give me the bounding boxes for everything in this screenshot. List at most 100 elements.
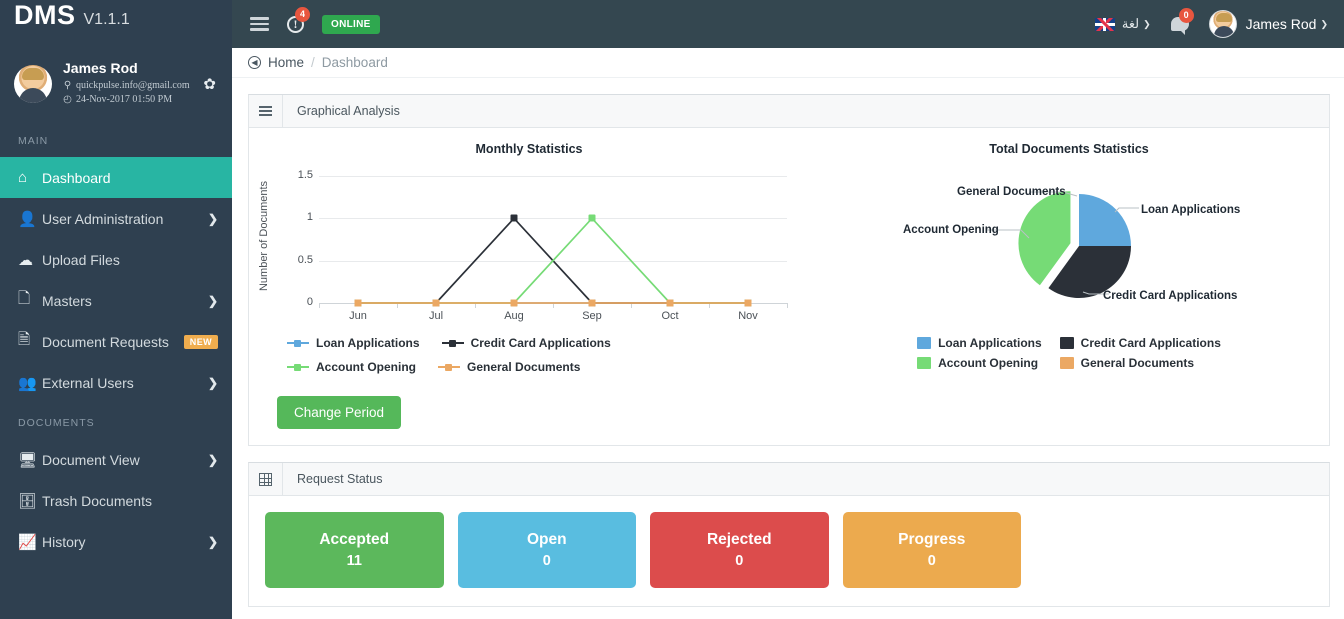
status-card-open[interactable]: Open 0: [457, 512, 636, 588]
sidebar-item-document-view[interactable]: 🖥 Document View ❯: [0, 439, 232, 480]
main-content: ◀ Home / Dashboard Graphical Analysis Mo…: [232, 48, 1344, 619]
profile-name: James Rod: [63, 60, 138, 76]
change-period-button[interactable]: Change Period: [277, 396, 402, 429]
status-cards: Accepted 11 Open 0 Rejected 0 Progress 0: [249, 496, 1329, 606]
line-plot-area: Number of Documents 0 0.5 1 1.5 Jun Jul Aug Sep…: [249, 168, 809, 328]
legend-item[interactable]: Loan Applications: [917, 336, 1042, 350]
sidebar-item-masters[interactable]: 🗋 Masters ❯: [0, 280, 232, 321]
legend-item[interactable]: Credit Card Applications: [441, 336, 611, 350]
breadcrumb-separator: /: [311, 55, 315, 70]
breadcrumb-home[interactable]: Home: [268, 55, 304, 70]
legend-label: Credit Card Applications: [470, 336, 611, 350]
panel-header: Request Status: [249, 463, 1329, 496]
panel-title: Request Status: [297, 472, 383, 486]
total-documents-statistics-chart: Total Documents Statistics General Docum…: [809, 142, 1329, 374]
sidebar-item-dashboard[interactable]: ⌂ Dashboard: [0, 157, 232, 198]
app-version: V1.1.1: [83, 11, 130, 28]
pie-chart-legend: Loan Applications Credit Card Application…: [809, 328, 1329, 370]
avatar: [14, 64, 52, 103]
online-status-badge[interactable]: ONLINE: [322, 14, 380, 34]
data-point: [588, 214, 596, 222]
legend-marker: [917, 357, 932, 369]
breadcrumb: ◀ Home / Dashboard: [232, 48, 1344, 78]
sidebar-nav: MAIN ⌂ Dashboard 👤 User Administration ❯ ☁ Uplo…: [0, 121, 232, 562]
legend-label: Account Opening: [316, 360, 416, 374]
language-label: لغة: [1121, 16, 1140, 31]
sidebar-item-external-users[interactable]: 👥 External Users ❯: [0, 362, 232, 403]
line-chart-legend: Loan Applications Credit Card Application…: [249, 328, 809, 374]
pie-plot-area: General Documents Loan Applications Accoun…: [809, 168, 1329, 328]
user-menu[interactable]: James Rod ❯: [1208, 10, 1328, 38]
export-file-icon: 🗎: [18, 331, 31, 348]
legend-item[interactable]: General Documents: [438, 360, 580, 374]
database-icon: 🗄: [18, 492, 38, 510]
profile-email-row: ⚲ quickpulse.info@gmail.com: [63, 79, 203, 93]
legend-item[interactable]: Account Opening: [917, 356, 1042, 370]
status-card-value: 11: [346, 553, 362, 569]
status-card-accepted[interactable]: Accepted 11: [265, 512, 444, 588]
legend-label: General Documents: [1080, 356, 1195, 370]
sidebar-item-user-administration[interactable]: 👤 User Administration ❯: [0, 198, 232, 239]
monthly-statistics-chart: Monthly Statistics Number of Documents 0…: [249, 142, 809, 374]
panel-title: Graphical Analysis: [297, 104, 400, 118]
legend-marker: [1059, 337, 1074, 349]
status-card-label: Progress: [898, 531, 966, 548]
sidebar-item-document-requests[interactable]: 🗎 Document Requests NEW: [0, 321, 232, 362]
chart-title: Monthly Statistics: [475, 142, 583, 156]
legend-item[interactable]: Credit Card Applications: [1059, 336, 1221, 350]
legend-item[interactable]: Account Opening: [287, 360, 416, 374]
status-cards-spacer: [1035, 512, 1313, 588]
legend-item[interactable]: Loan Applications: [287, 336, 420, 350]
sidebar-item-badge: NEW: [183, 334, 218, 349]
legend-item[interactable]: General Documents: [1059, 356, 1221, 370]
sidebar-item-label: Masters: [42, 292, 92, 309]
grid-icon[interactable]: [249, 463, 283, 495]
sidebar-item-label: Upload Files: [42, 251, 120, 268]
user-menu-label: James Rod: [1245, 16, 1317, 32]
user-icon: 👤: [18, 210, 37, 228]
sidebar-item-history[interactable]: 📈 History ❯: [0, 521, 232, 562]
area-chart-icon: 📈: [18, 533, 37, 551]
legend-marker: [917, 337, 932, 349]
monitor-icon: 🖥: [18, 451, 38, 469]
panel-header: Graphical Analysis: [249, 95, 1329, 128]
sidebar-item-upload-files[interactable]: ☁ Upload Files: [0, 239, 232, 280]
messages-icon[interactable]: 0: [1170, 8, 1194, 35]
chevron-down-icon: ❯: [1143, 18, 1151, 29]
hamburger-icon[interactable]: [249, 95, 283, 127]
file-icon: 🗋: [18, 290, 31, 307]
chevron-right-icon: ❯: [207, 211, 218, 226]
status-card-progress[interactable]: Progress 0: [842, 512, 1021, 588]
language-switcher[interactable]: لغة ❯: [1094, 16, 1151, 32]
sidebar-profile: James Rod ⚲ quickpulse.info@gmail.com ◴ …: [0, 48, 232, 121]
circle-arrow-left-icon[interactable]: ◀: [248, 56, 261, 69]
legend-marker: [438, 363, 460, 371]
sidebar: James Rod ⚲ quickpulse.info@gmail.com ◴ …: [0, 48, 232, 619]
request-status-panel: Request Status Accepted 11 Open 0 Rejected 0 P…: [248, 462, 1330, 607]
pie-slice-label: Credit Card Applications: [1103, 290, 1238, 302]
status-card-rejected[interactable]: Rejected 0: [650, 512, 829, 588]
chevron-down-icon: ❯: [1320, 18, 1328, 29]
app-logo: DMS: [14, 0, 76, 30]
sidebar-section-heading: DOCUMENTS: [18, 417, 95, 429]
home-icon: ⌂: [18, 169, 28, 186]
top-bar: DMS V1.1.1 ! 4 ONLINE لغة ❯ 0 James Rod …: [0, 0, 1344, 48]
status-card-label: Open: [526, 531, 567, 548]
hamburger-icon[interactable]: [250, 17, 269, 31]
alerts-icon[interactable]: ! 4: [287, 6, 310, 33]
gear-icon[interactable]: ✿: [203, 75, 220, 93]
status-card-value: 0: [735, 553, 744, 569]
pie-series-group: [987, 191, 1139, 298]
sidebar-item-trash-documents[interactable]: 🗄 Trash Documents: [0, 480, 232, 521]
line-series-group: [358, 217, 748, 304]
logo-area: DMS V1.1.1: [0, 0, 232, 48]
pie-slice: [1079, 194, 1131, 246]
legend-label: Account Opening: [938, 356, 1039, 370]
data-point: [666, 299, 674, 307]
legend-marker: [287, 339, 309, 347]
sidebar-item-label: History: [42, 533, 86, 550]
chart-title: Total Documents Statistics: [989, 142, 1149, 156]
legend-label: General Documents: [467, 360, 581, 374]
top-bar-left-controls: ! 4 ONLINE: [232, 6, 380, 34]
sidebar-item-label: Document Requests: [42, 333, 169, 350]
